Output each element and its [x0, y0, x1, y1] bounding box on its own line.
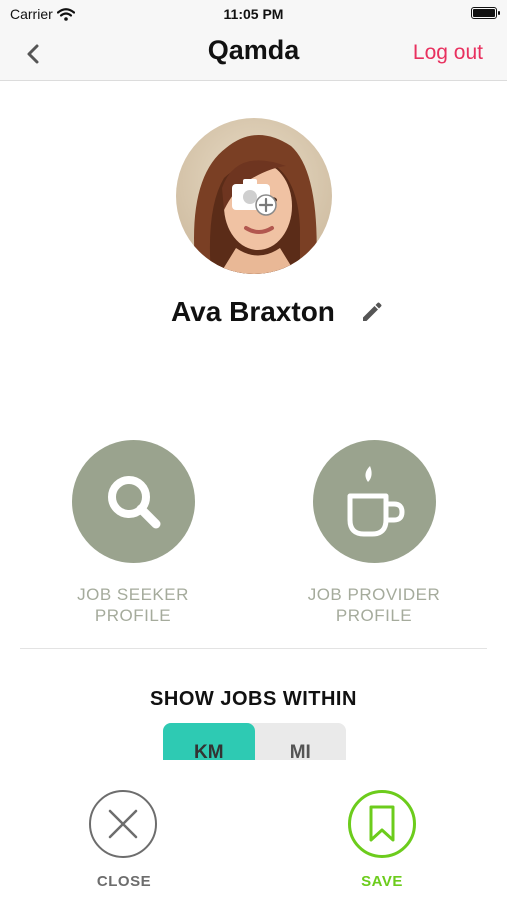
distance-unit-toggle: KM MI [163, 723, 346, 760]
job-seeker-label-line1: JOB SEEKER [77, 585, 189, 604]
camera-add-icon [232, 179, 277, 216]
job-provider-label-line2: PROFILE [335, 606, 413, 625]
bookmark-icon [369, 805, 395, 842]
close-icon [108, 809, 138, 839]
battery-icon [471, 7, 500, 19]
job-seeker-button[interactable] [72, 440, 195, 563]
job-provider-label[interactable]: JOB PROVIDER PROFILE [284, 584, 464, 626]
search-icon [107, 475, 160, 528]
close-button[interactable] [89, 790, 157, 858]
status-bar: Carrier 11:05 PM [0, 0, 507, 28]
chevron-left-icon [27, 44, 39, 64]
distance-title: SHOW JOBS WITHIN [150, 688, 357, 710]
status-time: 11:05 PM [223, 6, 284, 22]
section-divider [20, 648, 487, 649]
edit-name-button[interactable] [360, 300, 384, 329]
bottom-action-bar: CLOSE SAVE [0, 760, 507, 900]
pencil-icon [363, 302, 382, 321]
unit-mi-option[interactable]: MI [255, 723, 347, 760]
close-label[interactable]: CLOSE [64, 873, 184, 890]
logout-button[interactable]: Log out [413, 41, 483, 65]
save-label[interactable]: SAVE [322, 873, 442, 890]
unit-km-option[interactable]: KM [163, 723, 255, 760]
profile-name: Ava Braxton [171, 296, 335, 327]
back-button[interactable] [20, 40, 48, 68]
job-provider-button[interactable] [313, 440, 436, 563]
coffee-cup-icon [347, 465, 405, 536]
job-seeker-label-line2: PROFILE [94, 606, 172, 625]
avatar[interactable] [176, 118, 332, 274]
distance-unit-viewport: KM MI [163, 723, 346, 760]
navigation-bar: Qamda Log out [0, 28, 507, 81]
job-provider-label-line1: JOB PROVIDER [307, 585, 441, 604]
save-button[interactable] [348, 790, 416, 858]
job-seeker-label[interactable]: JOB SEEKER PROFILE [43, 584, 223, 626]
